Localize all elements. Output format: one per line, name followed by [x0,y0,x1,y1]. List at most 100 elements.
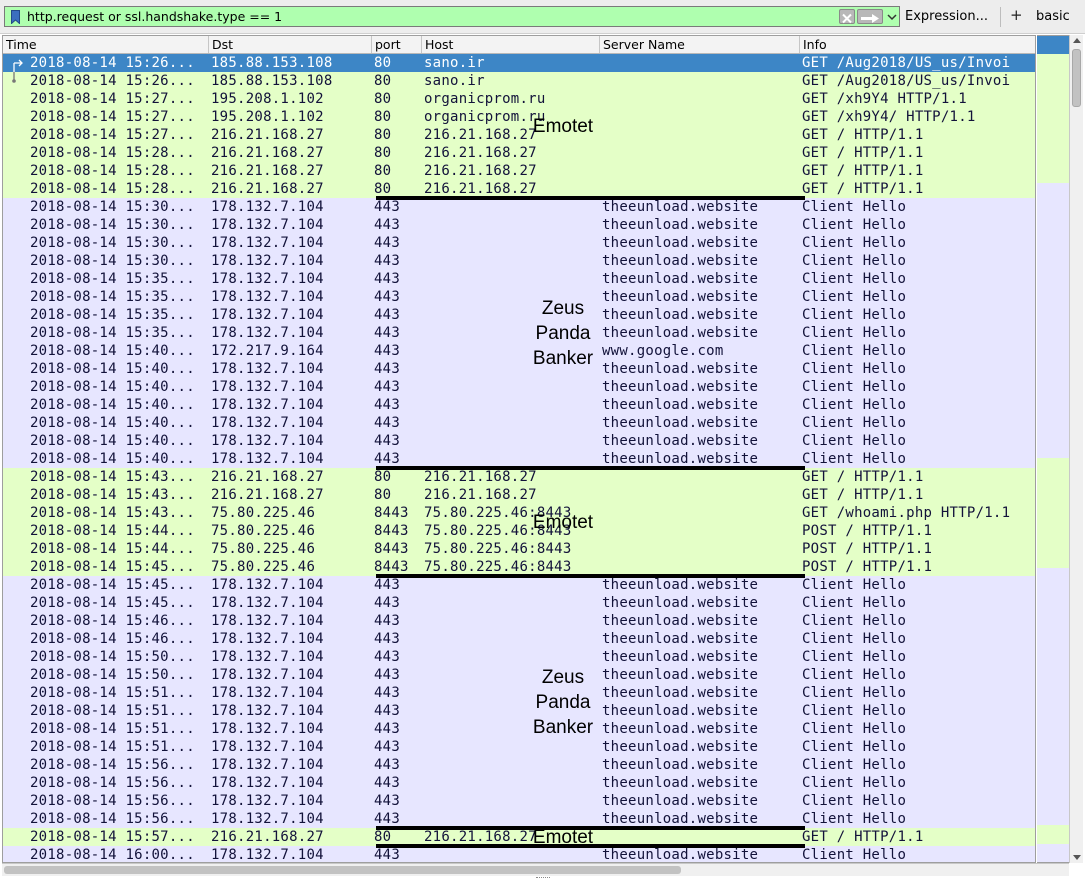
cell-info: Client Hello [802,271,907,287]
cell-port: 443 [374,703,401,719]
packet-row[interactable]: 2018-08-14 15:43... 216.21.168.27 80 216.21… [3,486,1035,504]
cell-dst: 178.132.7.104 [211,199,324,215]
packet-row[interactable]: 2018-08-14 15:27... 195.208.1.102 80 organi… [3,90,1035,108]
packet-row[interactable]: 2018-08-14 15:56... 178.132.7.104 443 theeu… [3,756,1035,774]
scroll-down-icon[interactable] [1073,855,1081,860]
group-separator [376,574,805,578]
cell-server: theeunload.website [602,217,759,233]
packet-row[interactable]: 2018-08-14 15:45... 178.132.7.104 443 theeu… [3,576,1035,594]
cell-port: 443 [374,235,401,251]
column-header-dst[interactable]: Dst [209,36,372,53]
cell-server [602,162,800,180]
expression-button[interactable]: Expression... [905,9,988,24]
cell-port: 443 [374,649,401,665]
packet-row[interactable]: 2018-08-14 15:40... 178.132.7.104 443 theeu… [3,396,1035,414]
cell-server: theeunload.website [602,577,759,593]
packet-row[interactable]: 2018-08-14 15:46... 178.132.7.104 443 theeu… [3,630,1035,648]
cell-server: theeunload.website [602,379,759,395]
cell-port: 443 [374,199,401,215]
basic-filter-button[interactable]: basic [1036,9,1070,24]
cell-info: Client Hello [802,379,907,395]
cell-host: 75.80.225.46:8443 [424,541,572,557]
cell-server: theeunload.website [602,271,759,287]
cell-time: 2018-08-14 15:45... [30,577,195,593]
scroll-up-icon[interactable] [1073,38,1081,43]
packet-row[interactable]: 2018-08-14 15:56... 178.132.7.104 443 theeu… [3,792,1035,810]
packet-row[interactable]: 2018-08-14 15:28... 216.21.168.27 80 216.21… [3,162,1035,180]
column-header-server-name[interactable]: Server Name [600,36,800,53]
minimap-marker [1037,146,1069,165]
packet-row[interactable]: 2018-08-14 15:30... 178.132.7.104 443 theeu… [3,216,1035,234]
cell-info: GET / HTTP/1.1 [802,145,924,161]
packet-row[interactable]: 2018-08-14 15:50... 178.132.7.104 443 theeu… [3,648,1035,666]
arrow-right-icon[interactable] [857,9,883,24]
horizontal-scrollbar[interactable] [2,863,1069,876]
bookmark-icon[interactable] [11,10,20,24]
cell-time: 2018-08-14 15:56... [30,775,195,791]
pane-splitter-handle[interactable] [536,877,550,880]
cell-port: 443 [374,343,401,359]
cell-dst: 178.132.7.104 [211,397,324,413]
cell-dst: 178.132.7.104 [211,667,324,683]
cell-info: GET / HTTP/1.1 [802,181,924,197]
cell-time: 2018-08-14 15:40... [30,343,195,359]
cell-dst: 216.21.168.27 [211,163,324,179]
malware-family-label: Emotet [532,116,594,137]
packet-row[interactable]: 2018-08-14 15:46... 178.132.7.104 443 theeu… [3,612,1035,630]
cell-port: 443 [374,595,401,611]
minimap-marker [1037,549,1069,569]
cell-port: 443 [374,775,401,791]
cell-dst: 178.132.7.104 [211,793,324,809]
cell-dst: 178.132.7.104 [211,271,324,287]
minimap-marker [1037,109,1069,128]
cell-dst: 216.21.168.27 [211,127,324,143]
packet-row[interactable]: 2018-08-14 15:40... 178.132.7.104 443 theeu… [3,414,1035,432]
packet-row[interactable]: 2018-08-14 15:40... 178.132.7.104 443 theeu… [3,432,1035,450]
cell-port: 443 [374,613,401,629]
minimap-marker [1037,54,1069,73]
vertical-scrollbar[interactable] [1069,35,1083,863]
column-header-host[interactable]: Host [422,36,600,53]
clear-icon[interactable] [839,9,855,24]
cell-server: theeunload.website [602,415,759,431]
cell-server: theeunload.website [602,397,759,413]
horizontal-scroll-thumb[interactable] [4,866,681,874]
malware-family-label: Emotet [532,512,594,533]
cell-port: 443 [374,631,401,647]
packet-row[interactable]: 2018-08-14 15:28... 216.21.168.27 80 216.21… [3,144,1035,162]
packet-minimap[interactable] [1037,35,1069,863]
cell-port: 443 [374,271,401,287]
cell-time: 2018-08-14 15:50... [30,649,195,665]
packet-row[interactable]: 2018-08-14 15:26... 185.88.153.108 80 sano.… [3,72,1035,90]
packet-row[interactable]: 2018-08-14 15:45... 178.132.7.104 443 theeu… [3,594,1035,612]
packet-row[interactable]: 2018-08-14 15:30... 178.132.7.104 443 theeu… [3,234,1035,252]
cell-time: 2018-08-14 15:26... [30,73,195,89]
cell-time: 2018-08-14 15:26... [30,55,195,71]
cell-dst: 178.132.7.104 [211,307,324,323]
cell-info: Client Hello [802,721,907,737]
cell-time: 2018-08-14 15:46... [30,613,195,629]
column-header-info[interactable]: Info [800,36,1035,53]
cell-dst: 75.80.225.46 [211,505,316,521]
cell-dst: 216.21.168.27 [211,829,324,845]
packet-row[interactable]: 2018-08-14 15:30... 178.132.7.104 443 theeu… [3,252,1035,270]
chevron-down-icon[interactable] [886,9,898,24]
display-filter-input[interactable]: http.request or ssl.handshake.type == 1 [4,6,900,27]
add-filter-button[interactable]: + [1010,6,1023,24]
packet-row[interactable]: 2018-08-14 15:44... 75.80.225.46 8443 75.80… [3,540,1035,558]
packet-row[interactable]: 2018-08-14 15:30... 178.132.7.104 443 theeu… [3,198,1035,216]
column-header-port[interactable]: port [372,36,422,53]
cell-host: 216.21.168.27 [424,487,537,503]
packet-row[interactable]: 2018-08-14 15:35... 178.132.7.104 443 theeu… [3,270,1035,288]
packet-row[interactable]: 2018-08-14 15:40... 178.132.7.104 443 theeu… [3,378,1035,396]
scroll-thumb[interactable] [1072,49,1081,107]
packet-row[interactable]: 2018-08-14 15:26... 185.88.153.108 80 sano.… [3,54,1035,72]
packet-row[interactable]: 2018-08-14 15:43... 216.21.168.27 80 216.21… [3,468,1035,486]
column-header-time[interactable]: Time [3,36,209,53]
packet-list[interactable]: Time Dst port Host Server Name Info 2018… [2,35,1036,863]
cell-port: 443 [374,667,401,683]
packet-row[interactable]: 2018-08-14 15:56... 178.132.7.104 443 theeu… [3,774,1035,792]
packet-row[interactable]: 2018-08-14 15:51... 178.132.7.104 443 theeu… [3,738,1035,756]
cell-host [424,216,600,234]
cell-dst: 216.21.168.27 [211,181,324,197]
